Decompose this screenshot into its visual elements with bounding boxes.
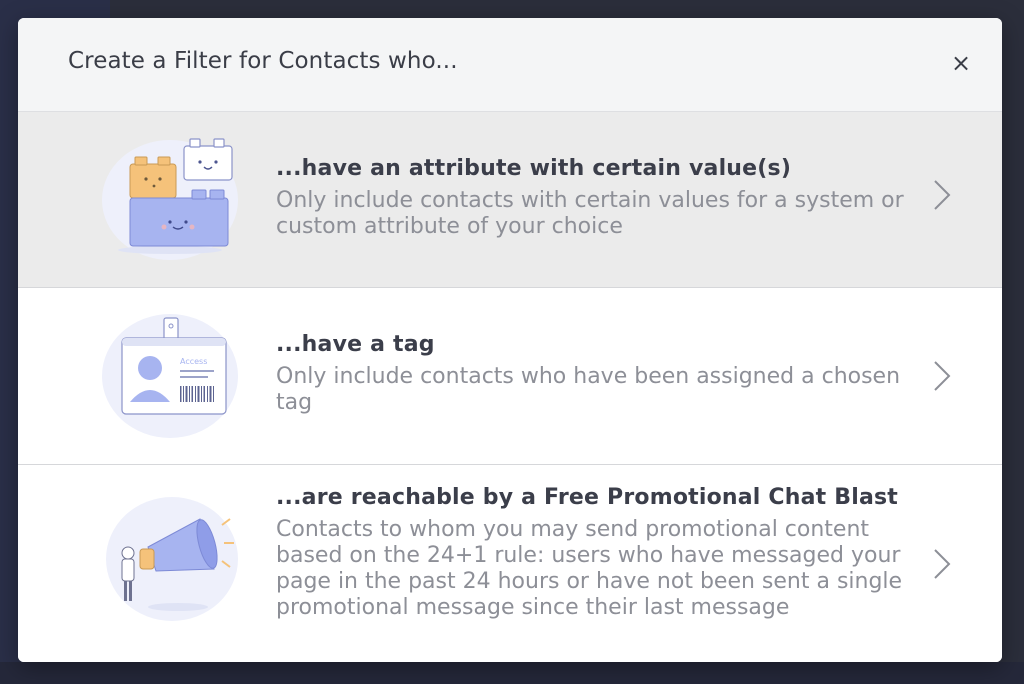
option-chat-blast-filter[interactable]: ...are reachable by a Free Promotional C… [18,465,1002,662]
option-description: Only include contacts with certain value… [276,188,904,239]
backdrop-footer [0,662,1024,684]
option-description: Contacts to whom you may send promotiona… [276,517,903,620]
filter-modal: Create a Filter for Contacts who... × ..… [18,18,1002,662]
chevron-right-icon [932,547,952,581]
option-text: ...have a tag Only include contacts who … [276,330,906,416]
close-icon: × [950,49,972,77]
close-button[interactable]: × [946,48,976,78]
option-attribute-filter[interactable]: ...have an attribute with certain value(… [18,112,1002,288]
option-title: ...have a tag [276,332,435,357]
option-description: Only include contacts who have been assi… [276,364,901,415]
modal-title: Create a Filter for Contacts who... [68,48,458,74]
chevron-right-icon [932,359,952,393]
option-title: ...are reachable by a Free Promotional C… [276,485,899,510]
modal-header: Create a Filter for Contacts who... × [18,18,1002,112]
chevron-right-icon [932,178,952,212]
option-title: ...have an attribute with certain value(… [276,156,792,181]
megaphone-illustration [100,495,240,623]
blocks-illustration [100,134,240,262]
badge-illustration: Access [100,312,240,440]
option-text: ...have an attribute with certain value(… [276,154,906,240]
option-text: ...are reachable by a Free Promotional C… [276,483,906,621]
option-tag-filter[interactable]: Access ...have a tag Only include contac… [18,288,1002,465]
badge-access-text: Access [180,357,207,366]
